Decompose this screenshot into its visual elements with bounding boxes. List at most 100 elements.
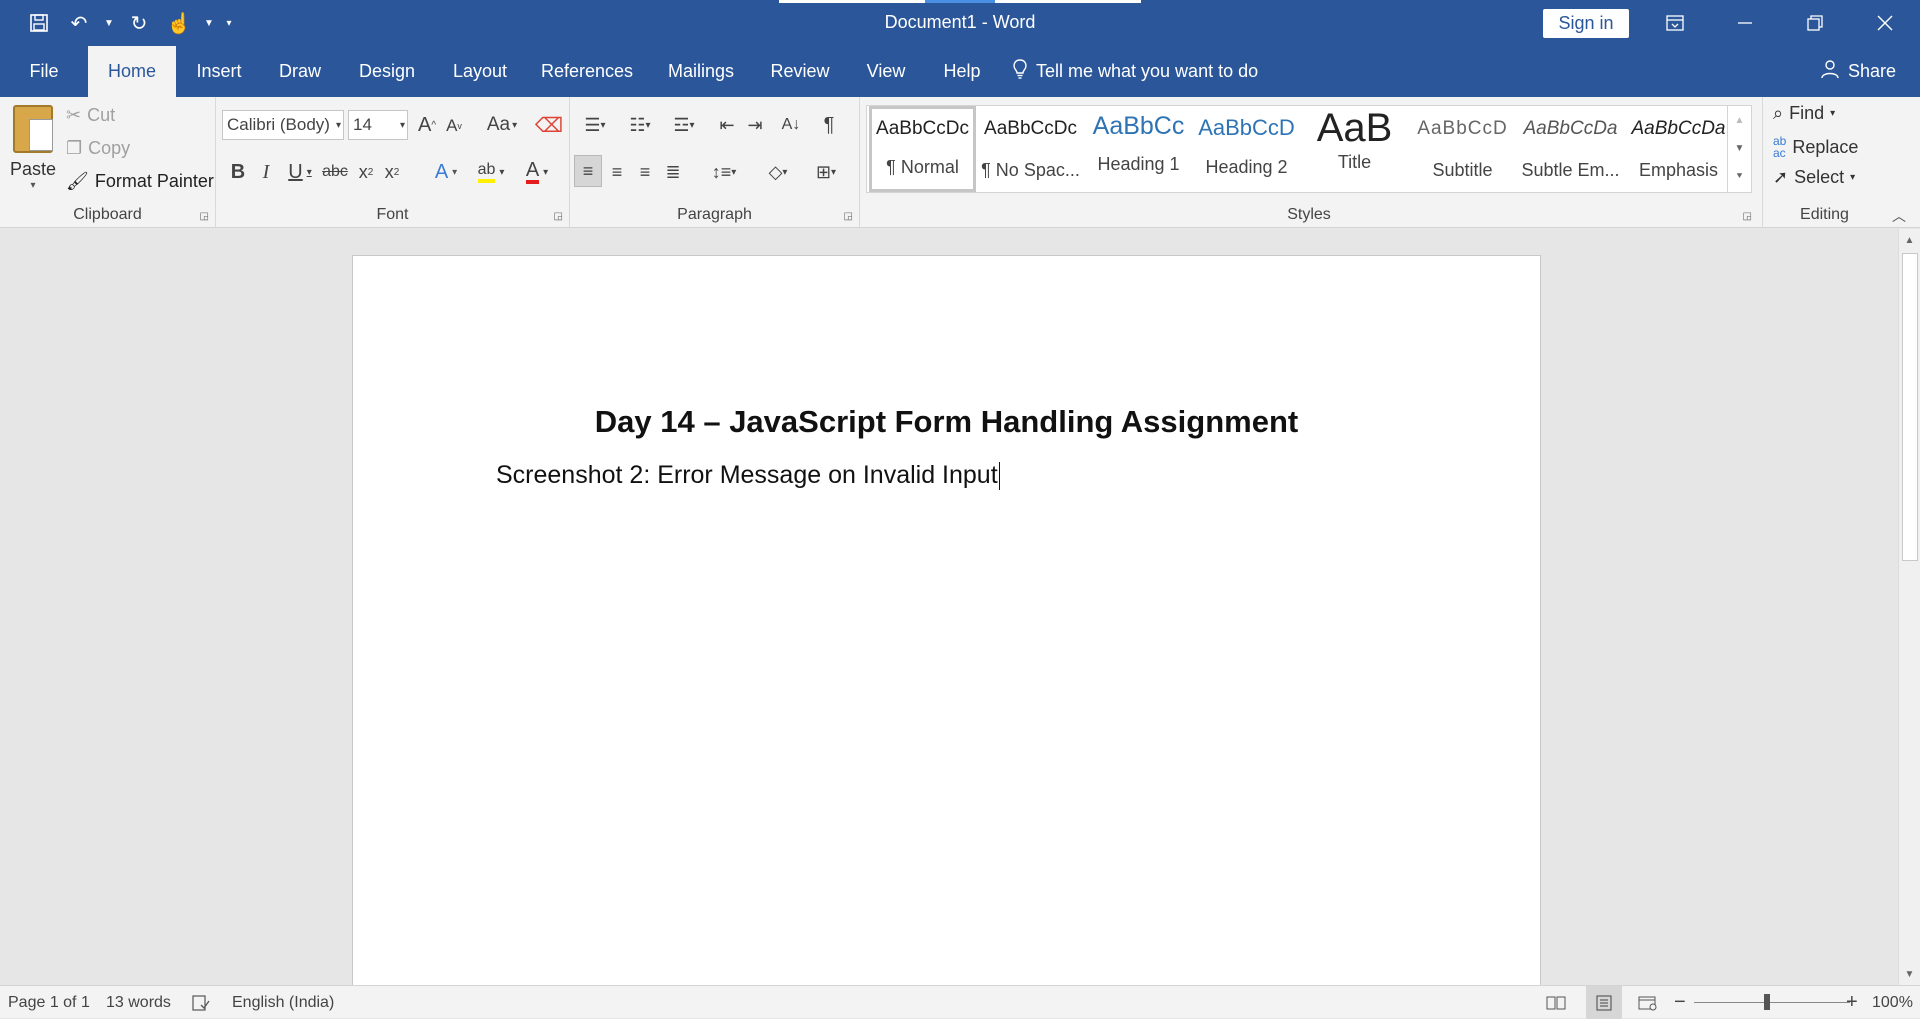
restore-icon[interactable] [1780, 0, 1850, 46]
language-indicator[interactable]: English (India) [232, 986, 334, 1019]
borders-icon[interactable]: ⊞ ▾ [804, 157, 848, 187]
font-name-box[interactable]: Calibri (Body) ▾ [222, 110, 344, 140]
styles-more-icon[interactable]: ⯆ [1728, 162, 1751, 190]
web-layout-icon[interactable] [1638, 986, 1658, 1019]
bullets-icon[interactable]: ☰ ▾ [576, 110, 614, 140]
shading-icon[interactable]: ◇ ▾ [756, 157, 800, 187]
scroll-thumb[interactable] [1902, 253, 1918, 561]
style-subtitle[interactable]: AaBbCcD Subtitle [1409, 106, 1516, 192]
decrease-indent-icon[interactable]: ⇤ [714, 110, 740, 140]
customize-qat-icon[interactable]: ▾ [222, 8, 236, 38]
multilevel-list-icon[interactable]: ☲ ▾ [664, 110, 704, 140]
page-count[interactable]: Page 1 of 1 [8, 986, 90, 1019]
share-button[interactable]: Share [1820, 46, 1896, 97]
tab-insert[interactable]: Insert [186, 46, 252, 97]
italic-icon[interactable]: I [254, 157, 278, 187]
change-case-button[interactable]: Aa ▾ [482, 110, 522, 140]
redo-icon[interactable]: ↻ [122, 8, 156, 38]
zoom-in-icon[interactable]: + [1846, 986, 1858, 1019]
format-painter-button[interactable]: 🖌 Format Painter [66, 171, 214, 192]
style-subtle-emphasis[interactable]: AaBbCcDa Subtle Em... [1517, 106, 1624, 192]
zoom-out-icon[interactable]: − [1674, 986, 1686, 1019]
undo-dropdown-icon[interactable]: ▼ [102, 8, 116, 38]
collapse-ribbon-icon[interactable]: ︿ [1892, 206, 1906, 226]
justify-icon[interactable]: ≣ [660, 157, 686, 187]
ribbon-display-options-icon[interactable] [1640, 0, 1710, 46]
tab-view[interactable]: View [856, 46, 916, 97]
style-heading-2[interactable]: AaBbCcD Heading 2 [1193, 106, 1300, 192]
tab-design[interactable]: Design [348, 46, 426, 97]
copy-button[interactable]: ❐ Copy [66, 138, 130, 159]
tab-mailings[interactable]: Mailings [658, 46, 744, 97]
style-title[interactable]: AaB Title [1301, 106, 1408, 192]
line-spacing-icon[interactable]: ↕≡ ▾ [702, 157, 746, 187]
style-normal[interactable]: AaBbCcDc ¶ Normal [869, 106, 976, 192]
zoom-slider-track[interactable] [1694, 1002, 1850, 1003]
save-icon[interactable] [22, 8, 56, 38]
clipboard-launcher-icon[interactable]: ◲ [200, 211, 209, 222]
highlight-color-icon[interactable]: ab ▾ [470, 157, 512, 187]
styles-scroll-down-icon[interactable]: ▼ [1728, 134, 1751, 162]
increase-indent-icon[interactable]: ⇥ [742, 110, 768, 140]
align-right-icon[interactable]: ≡ [632, 157, 658, 187]
close-icon[interactable] [1850, 0, 1920, 46]
select-dropdown-icon[interactable]: ▾ [1850, 172, 1855, 183]
word-count[interactable]: 13 words [106, 986, 171, 1019]
vertical-scrollbar[interactable]: ▲ ▼ [1898, 229, 1920, 985]
font-launcher-icon[interactable]: ◲ [554, 211, 563, 222]
style-heading-1[interactable]: AaBbCc Heading 1 [1085, 106, 1192, 192]
font-color-icon[interactable]: A ▾ [516, 157, 558, 187]
read-mode-icon[interactable] [1546, 986, 1566, 1019]
underline-icon[interactable]: U ▾ [282, 157, 318, 187]
show-formatting-marks-icon[interactable]: ¶ [816, 110, 842, 140]
replace-button[interactable]: ab ac Replace [1773, 135, 1858, 159]
text-effects-icon[interactable]: A ▾ [426, 157, 466, 187]
styles-scroll-up-icon[interactable]: ▲ [1728, 106, 1751, 134]
tab-help[interactable]: Help [934, 46, 990, 97]
numbering-icon[interactable]: ☷ ▾ [620, 110, 660, 140]
font-size-dropdown-icon[interactable]: ▾ [400, 120, 405, 131]
document-paragraph[interactable]: Screenshot 2: Error Message on Invalid I… [496, 461, 1000, 491]
document-page[interactable]: Day 14 – JavaScript Form Handling Assign… [352, 255, 1541, 985]
tab-layout[interactable]: Layout [444, 46, 516, 97]
clear-formatting-icon[interactable]: ⌫ [535, 110, 563, 140]
align-center-icon[interactable]: ≡ [604, 157, 630, 187]
subscript-icon[interactable]: x2 [354, 157, 378, 187]
bold-icon[interactable]: B [226, 157, 250, 187]
zoom-level[interactable]: 100% [1872, 986, 1913, 1019]
shrink-font-icon[interactable]: Av [442, 112, 466, 140]
undo-icon[interactable]: ↶ [62, 8, 96, 38]
touch-dropdown-icon[interactable]: ▼ [202, 8, 216, 38]
tab-review[interactable]: Review [762, 46, 838, 97]
cut-button[interactable]: ✂ Cut [66, 105, 115, 126]
proofing-icon[interactable] [192, 986, 210, 1019]
style-emphasis[interactable]: AaBbCcDa Emphasis [1625, 106, 1732, 192]
styles-launcher-icon[interactable]: ◲ [1743, 211, 1752, 222]
font-name-dropdown-icon[interactable]: ▾ [336, 120, 341, 131]
align-left-icon[interactable]: ≡ [574, 155, 602, 187]
font-size-box[interactable]: 14 ▾ [348, 110, 408, 140]
find-dropdown-icon[interactable]: ▾ [1830, 108, 1835, 119]
find-button[interactable]: ⌕ Find ▾ [1773, 103, 1835, 124]
strikethrough-icon[interactable]: abc [320, 157, 350, 187]
sort-icon[interactable]: A↓ [778, 110, 804, 140]
superscript-icon[interactable]: x2 [380, 157, 404, 187]
minimize-icon[interactable] [1710, 0, 1780, 46]
tab-draw[interactable]: Draw [270, 46, 330, 97]
tab-home[interactable]: Home [88, 46, 176, 97]
print-layout-icon[interactable] [1586, 986, 1622, 1019]
paste-dropdown-icon[interactable]: ▾ [10, 180, 56, 191]
document-heading[interactable]: Day 14 – JavaScript Form Handling Assign… [353, 404, 1540, 440]
tell-me-search[interactable]: Tell me what you want to do [1012, 46, 1258, 97]
zoom-slider-thumb[interactable] [1764, 994, 1770, 1010]
tab-references[interactable]: References [534, 46, 640, 97]
scroll-down-icon[interactable]: ▼ [1899, 963, 1920, 985]
tab-file[interactable]: File [14, 46, 74, 97]
paragraph-launcher-icon[interactable]: ◲ [844, 211, 853, 222]
select-button[interactable]: ➚ Select ▾ [1773, 167, 1855, 188]
touch-mode-icon[interactable]: ☝ [162, 8, 196, 38]
paste-button[interactable]: Paste ▾ [10, 105, 56, 195]
sign-in-button[interactable]: Sign in [1543, 9, 1629, 38]
scroll-up-icon[interactable]: ▲ [1899, 229, 1920, 251]
grow-font-icon[interactable]: A ^ [414, 110, 440, 140]
